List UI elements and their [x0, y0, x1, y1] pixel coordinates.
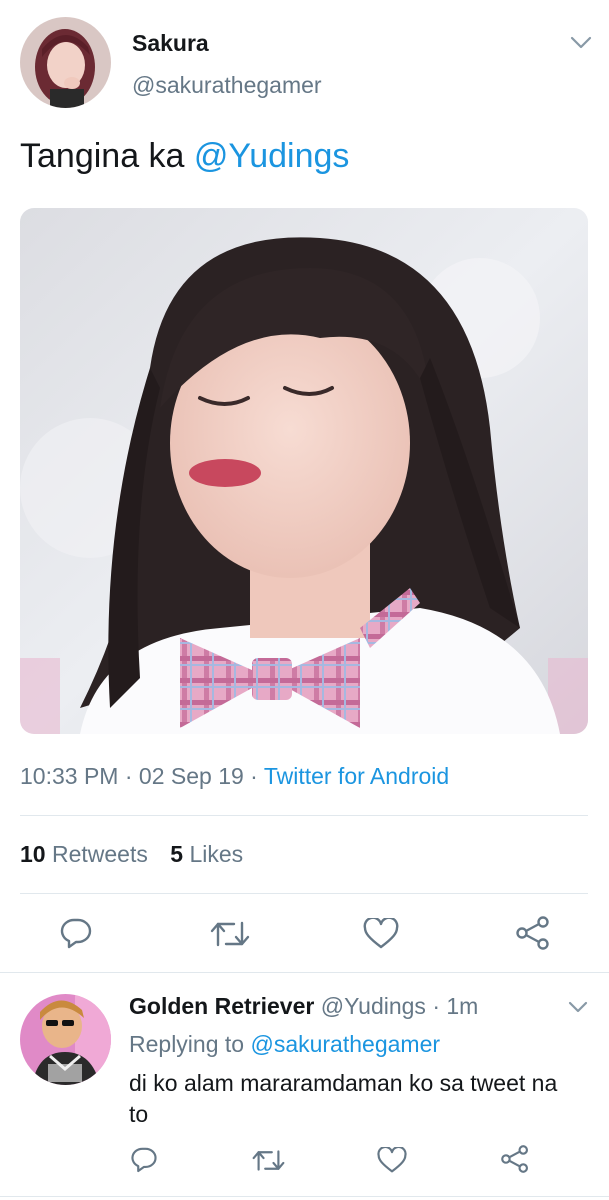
retweet-icon[interactable]	[252, 1148, 285, 1173]
divider	[0, 972, 609, 973]
chevron-down-icon[interactable]	[570, 36, 592, 50]
retweet-icon[interactable]	[210, 919, 250, 949]
retweets-stat[interactable]: 10 Retweets	[20, 841, 154, 867]
tweet-stats: 10 Retweets 5 Likes	[20, 841, 243, 868]
tweet-text-body: Tangina ka	[20, 137, 194, 175]
tweet-date[interactable]: 02 Sep 19	[139, 763, 244, 789]
divider	[20, 815, 588, 816]
like-icon[interactable]	[377, 1147, 407, 1174]
author-handle[interactable]: @sakurathegamer	[132, 72, 322, 99]
author-avatar[interactable]	[20, 17, 111, 108]
author-display-name[interactable]: Sakura	[132, 30, 209, 57]
reply-age[interactable]: 1m	[446, 993, 478, 1019]
reply-handle[interactable]: @Yudings	[321, 993, 426, 1019]
retweet-count: 10	[20, 841, 46, 867]
retweet-label: Retweets	[51, 841, 148, 867]
replying-to-label: Replying to	[129, 1031, 251, 1057]
like-icon[interactable]	[363, 918, 399, 950]
tweet-time[interactable]: 10:33 PM	[20, 763, 118, 789]
replying-to-handle[interactable]: @sakurathegamer	[250, 1031, 440, 1057]
reply-author-avatar[interactable]	[20, 994, 111, 1085]
tweet-photo[interactable]	[20, 208, 588, 734]
tweet-source[interactable]: Twitter for Android	[264, 763, 449, 789]
likes-stat[interactable]: 5 Likes	[170, 841, 243, 867]
chevron-down-icon[interactable]	[568, 1001, 588, 1014]
share-icon[interactable]	[500, 1145, 530, 1173]
tweet-mention[interactable]: @Yudings	[194, 137, 350, 175]
reply-header: Golden Retriever @Yudings · 1m	[129, 993, 478, 1020]
reply-dot: ·	[425, 993, 447, 1019]
divider	[20, 893, 588, 894]
meta-separator: ·	[243, 763, 264, 789]
like-label: Likes	[189, 841, 244, 867]
meta-separator: ·	[118, 763, 139, 789]
replying-to: Replying to @sakurathegamer	[129, 1031, 440, 1058]
tweet-text: Tangina ka @Yudings	[20, 137, 349, 176]
reply-display-name[interactable]: Golden Retriever	[129, 993, 314, 1019]
divider	[0, 1196, 609, 1197]
tweet-meta: 10:33 PM · 02 Sep 19 · Twitter for Andro…	[20, 763, 449, 790]
reply-icon[interactable]	[59, 917, 93, 949]
share-icon[interactable]	[515, 916, 551, 950]
like-count: 5	[170, 841, 184, 867]
reply-text: di ko alam mararamdaman ko sa tweet na t…	[129, 1070, 558, 1127]
reply-icon[interactable]	[130, 1146, 158, 1173]
